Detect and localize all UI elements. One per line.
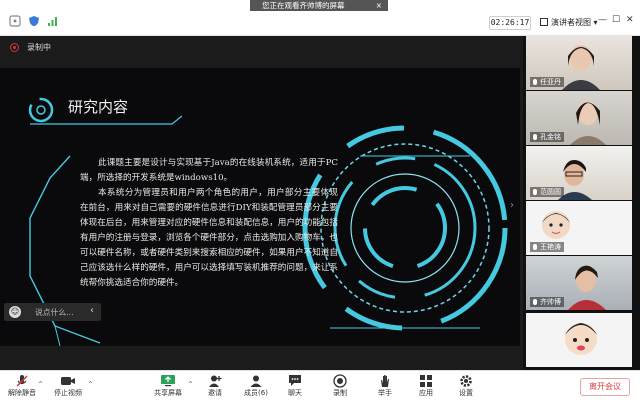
invite-icon bbox=[193, 373, 237, 388]
stop-video-label: 停止视频 bbox=[54, 389, 82, 397]
stop-video-button[interactable]: 停止视频 bbox=[46, 373, 90, 399]
raise-hand-button[interactable]: 举手 bbox=[363, 373, 407, 399]
apps-label: 应用 bbox=[419, 389, 433, 397]
raise-hand-icon bbox=[363, 373, 407, 388]
slide-body: 此课题主要是设计与实现基于Java的在线装机系统，适用于PC端，所选择的开发系统… bbox=[80, 156, 338, 291]
view-grid-icon bbox=[540, 18, 548, 26]
share-screen-icon bbox=[146, 373, 190, 388]
participant-name: 孔金铭 bbox=[530, 132, 564, 142]
network-icon bbox=[46, 14, 60, 28]
close-window-button[interactable]: ✕ bbox=[626, 15, 634, 25]
share-screen-button[interactable]: 共享屏幕 bbox=[146, 373, 190, 399]
slide-title: 研究内容 bbox=[68, 98, 129, 116]
settings-button[interactable]: 设置 bbox=[444, 373, 488, 399]
participant-tile[interactable] bbox=[526, 313, 632, 367]
mic-icon bbox=[533, 134, 537, 140]
shield-icon bbox=[27, 14, 41, 28]
view-mode-label: 演讲者视图 bbox=[551, 18, 591, 27]
record-icon bbox=[318, 373, 362, 388]
participant-name: 范圆圆 bbox=[530, 187, 564, 197]
leave-meeting-button[interactable]: 离开会议 bbox=[580, 378, 630, 396]
raise-hand-label: 举手 bbox=[378, 389, 392, 397]
viewing-banner-text: 您正在观看齐帅博的屏幕 bbox=[262, 1, 345, 10]
record-button[interactable]: 录制 bbox=[318, 373, 362, 399]
chat-input-bar[interactable]: ☺ 说点什么... ‹ bbox=[4, 303, 101, 321]
unmute-label: 解除静音 bbox=[8, 389, 36, 397]
viewing-banner: 您正在观看齐帅博的屏幕 × bbox=[250, 0, 388, 11]
recording-label: 录制中 bbox=[27, 43, 51, 52]
mic-icon bbox=[533, 299, 537, 305]
apps-icon bbox=[404, 373, 448, 388]
slide-paragraph-1: 此课题主要是设计与实现基于Java的在线装机系统，适用于PC端，所选择的开发系统… bbox=[80, 158, 338, 183]
record-label: 录制 bbox=[333, 389, 347, 397]
mic-options-caret-icon[interactable]: ^ bbox=[38, 381, 43, 388]
slide-paragraph-2: 本系统分为管理员和用户两个角色的用户，用户部分主要体现在前台，用来对自己需要的硬… bbox=[80, 188, 338, 288]
mic-icon bbox=[533, 79, 537, 85]
signal-icon bbox=[8, 14, 22, 28]
invite-label: 邀请 bbox=[208, 389, 222, 397]
bottom-toolbar: 解除静音 ^ 停止视频 ^ 共享屏幕 ^ 邀请 成员(6) 聊天 录制 举手 应… bbox=[0, 370, 640, 400]
participant-tile[interactable]: 任亚丹 bbox=[526, 36, 632, 90]
minimize-button[interactable]: — bbox=[598, 15, 607, 25]
participant-tile[interactable]: 王艳涛 bbox=[526, 201, 632, 255]
maximize-button[interactable]: ☐ bbox=[612, 15, 620, 25]
video-options-caret-icon[interactable]: ^ bbox=[88, 381, 93, 388]
meeting-timer: 02:26:17 bbox=[489, 16, 531, 30]
settings-label: 设置 bbox=[459, 389, 473, 397]
share-screen-label: 共享屏幕 bbox=[154, 389, 182, 397]
chevron-down-icon: ▾ bbox=[593, 18, 598, 27]
participant-tile[interactable]: 齐帅博 bbox=[526, 256, 632, 310]
participant-name: 任亚丹 bbox=[530, 77, 564, 87]
participant-name: 齐帅博 bbox=[530, 297, 564, 307]
meeting-window: 您正在观看齐帅博的屏幕 × 02:26:17 演讲者视图 ▾ — ☐ ✕ 录制中 bbox=[0, 0, 640, 400]
mic-icon bbox=[533, 244, 537, 250]
chat-label: 聊天 bbox=[288, 389, 302, 397]
chat-placeholder[interactable]: 说点什么... bbox=[35, 307, 74, 318]
invite-button[interactable]: 邀请 bbox=[193, 373, 237, 399]
panel-toggle-arrow[interactable]: › bbox=[510, 200, 514, 211]
apps-button[interactable]: 应用 bbox=[404, 373, 448, 399]
members-label: 成员(6) bbox=[244, 389, 268, 397]
participant-tile[interactable]: 孔金铭 bbox=[526, 91, 632, 145]
top-bar: 您正在观看齐帅博的屏幕 × 02:26:17 演讲者视图 ▾ — ☐ ✕ bbox=[0, 0, 640, 36]
members-icon bbox=[234, 373, 278, 388]
participant-tile[interactable]: 范圆圆 bbox=[526, 146, 632, 200]
video-icon bbox=[46, 373, 90, 388]
mic-icon bbox=[533, 189, 537, 195]
record-indicator-icon bbox=[10, 43, 19, 52]
participant-panel: 任亚丹 孔金铭 范圆圆 王艳涛 齐帅博 bbox=[523, 36, 640, 370]
participant-name: 王艳涛 bbox=[530, 242, 564, 252]
recording-bar: 录制中 bbox=[0, 36, 523, 58]
chat-collapse-icon[interactable]: ‹ bbox=[90, 305, 94, 316]
chat-button[interactable]: 聊天 bbox=[273, 373, 317, 399]
avatar bbox=[565, 323, 597, 355]
banner-close-button[interactable]: × bbox=[376, 0, 382, 11]
settings-icon bbox=[444, 373, 488, 388]
chat-icon bbox=[273, 373, 317, 388]
members-button[interactable]: 成员(6) bbox=[234, 373, 278, 399]
emoji-icon[interactable]: ☺ bbox=[9, 306, 21, 318]
